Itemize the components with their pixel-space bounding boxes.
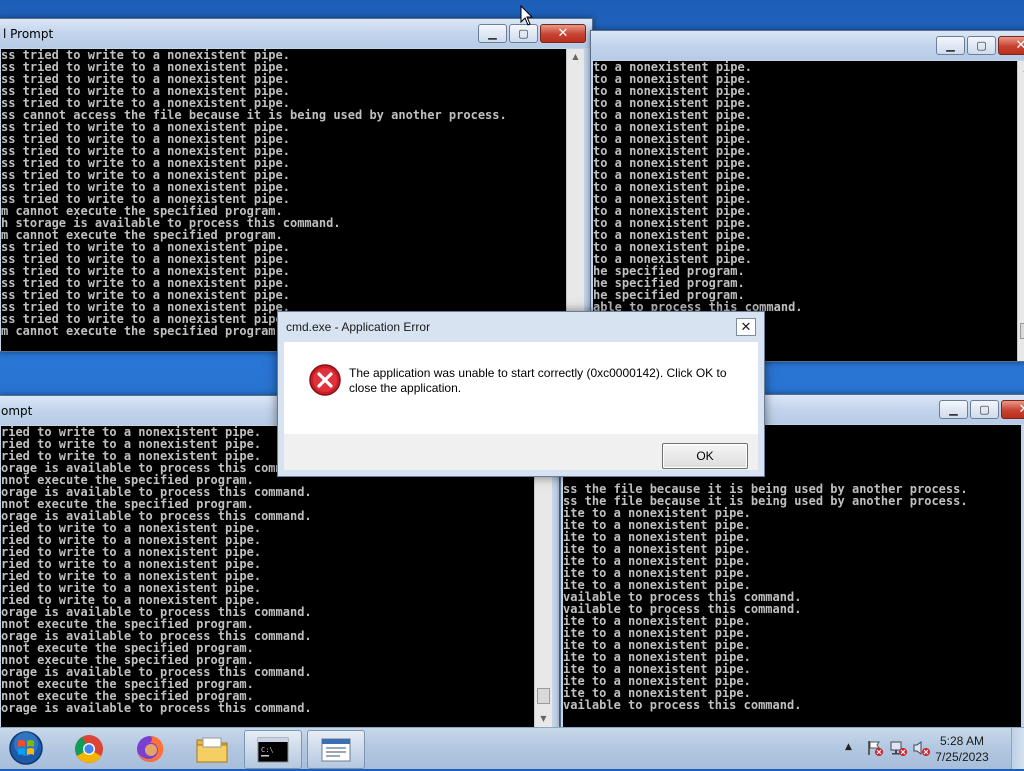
show-desktop-button[interactable]	[1011, 728, 1024, 769]
start-button[interactable]	[4, 729, 48, 767]
minimize-icon: ▁	[488, 27, 497, 40]
mouse-cursor-icon	[520, 5, 534, 26]
maximize-icon: ▢	[518, 27, 529, 40]
taskbar-firefox[interactable]	[122, 730, 178, 767]
close-icon: ✕	[999, 37, 1024, 54]
maximize-button[interactable]: ▢	[967, 36, 996, 55]
clock-date: 7/25/2023	[935, 750, 989, 764]
scroll-up-arrow-icon[interactable]: ▲	[567, 49, 584, 63]
dialog-body: The application was unable to start corr…	[284, 342, 758, 434]
application-error-dialog[interactable]: cmd.exe - Application Error ✕ The applic…	[277, 311, 765, 477]
scroll-down-arrow-icon[interactable]: ▼	[535, 711, 552, 725]
minimize-button[interactable]: ▁	[478, 24, 507, 43]
svg-text:C:\: C:\	[261, 746, 274, 754]
window-titlebar[interactable]: ▁ ▢ ✕	[591, 31, 1024, 60]
console-output[interactable]: ss the file because it is being used by …	[563, 483, 1021, 728]
scroll-up-arrow-icon[interactable]: ▲	[1018, 61, 1024, 75]
window-controls: ▁ ▢ ✕	[936, 36, 1024, 55]
window-titlebar[interactable]: l Prompt ▁ ▢ ✕	[0, 19, 592, 48]
scrollbar-thumb[interactable]	[537, 688, 550, 704]
minimize-icon: ▁	[949, 403, 958, 416]
dialog-close-button[interactable]: ✕	[736, 318, 756, 336]
vertical-scrollbar[interactable]: ▲	[566, 49, 584, 351]
dialog-footer: OK	[284, 434, 758, 470]
system-clock[interactable]: 5:28 AM 7/25/2023	[930, 733, 994, 765]
close-button[interactable]: ✕	[998, 36, 1024, 55]
close-button[interactable]: ✕	[540, 24, 586, 43]
maximize-button[interactable]: ▢	[970, 400, 999, 419]
show-hidden-icons-arrow[interactable]: ▲	[845, 742, 852, 752]
taskbar: C:\ ▲ 5:28 AM 7/25/2023	[0, 727, 1024, 769]
file-explorer-icon	[196, 737, 228, 762]
action-center-flag-icon[interactable]	[866, 740, 884, 756]
minimize-button[interactable]: ▁	[936, 36, 965, 55]
network-icon[interactable]	[890, 740, 908, 756]
taskbar-command-prompt[interactable]: C:\	[244, 730, 302, 769]
clock-time: 5:28 AM	[939, 734, 985, 748]
dialog-title: cmd.exe - Application Error	[286, 320, 431, 334]
cmd-window-top-left[interactable]: l Prompt ▁ ▢ ✕ ss tried to write to a no…	[0, 18, 593, 352]
ok-button[interactable]: OK	[662, 443, 748, 469]
taskbar-file-explorer[interactable]	[184, 730, 240, 767]
window-controls: ▁ ▢ ✕	[939, 400, 1024, 419]
error-icon	[309, 364, 341, 396]
chrome-icon	[75, 734, 103, 763]
console-line: vailable to process this command.	[563, 698, 802, 712]
command-prompt-icon: C:\	[257, 737, 289, 762]
vertical-scrollbar[interactable]: ▲	[1017, 61, 1024, 361]
window-title: ompt	[1, 404, 33, 418]
volume-muted-icon[interactable]	[913, 740, 931, 756]
scrollbar-thumb[interactable]	[1020, 323, 1024, 339]
firefox-icon	[137, 735, 164, 762]
start-orb-icon	[9, 731, 43, 765]
maximize-icon: ▢	[976, 39, 987, 52]
taskbar-chrome[interactable]	[61, 730, 117, 767]
error-message: The application was unable to start corr…	[349, 366, 727, 395]
minimize-icon: ▁	[946, 39, 955, 52]
minimize-button[interactable]: ▁	[939, 400, 968, 419]
close-icon: ✕	[740, 319, 752, 335]
close-icon: ✕	[1002, 401, 1024, 418]
close-icon: ✕	[557, 26, 569, 41]
window-title: l Prompt	[3, 27, 54, 41]
app-window-icon	[321, 738, 351, 761]
close-button[interactable]: ✕	[1001, 400, 1024, 419]
taskbar-app-window[interactable]	[307, 730, 365, 769]
console-line: orage is available to process this comma…	[1, 701, 312, 715]
console-output[interactable]: ss tried to write to a nonexistent pipe.…	[1, 49, 566, 351]
maximize-icon: ▢	[979, 403, 990, 416]
